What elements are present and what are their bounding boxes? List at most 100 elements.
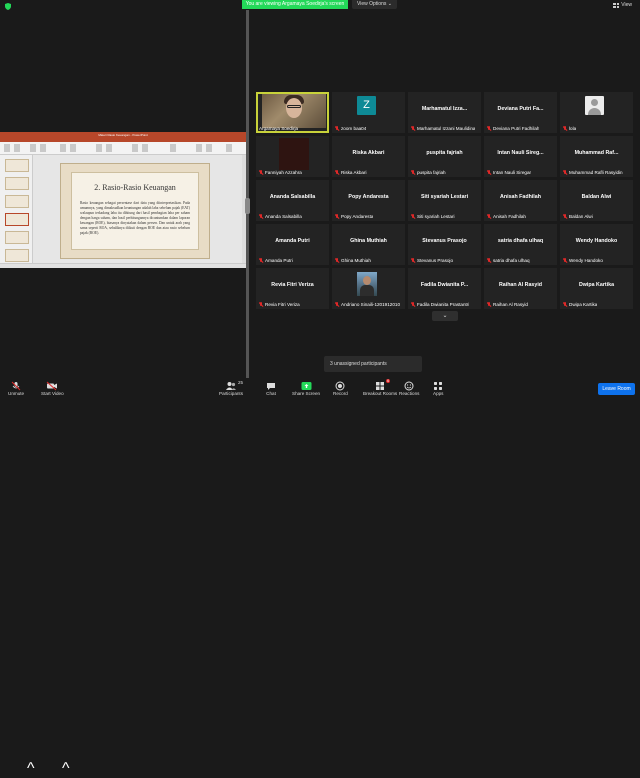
next-page-button[interactable]: ⌄ bbox=[432, 311, 458, 321]
participants-count: 25 bbox=[238, 380, 244, 385]
participant-display-name: Marhamatul Izza... bbox=[421, 106, 468, 112]
participant-name: Baldan Alwi bbox=[569, 214, 593, 219]
participant-tile[interactable]: Anisah Fadhilah Anisah Fadhilah bbox=[484, 180, 557, 221]
muted-mic-icon bbox=[11, 380, 21, 391]
top-bar: You are viewing Argamaya Soedirja's scre… bbox=[0, 0, 640, 10]
unmute-button[interactable]: Unmute bbox=[8, 380, 24, 396]
viewing-banner: You are viewing Argamaya Soedirja's scre… bbox=[242, 0, 348, 9]
audio-options-caret[interactable]: ^ bbox=[27, 760, 35, 778]
split-divider[interactable] bbox=[246, 10, 249, 378]
participant-tile[interactable]: Siti syariah Lestari Siti syariah Lestari bbox=[408, 180, 481, 221]
apps-label: Apps bbox=[433, 391, 444, 396]
participant-display-name: Wendy Handoko bbox=[575, 238, 618, 244]
participant-name-label: Revia Fitri Veriza bbox=[259, 302, 300, 307]
start-video-button[interactable]: Start Video bbox=[41, 380, 64, 396]
participant-tile[interactable]: Argamaya Soedirja bbox=[256, 92, 329, 133]
participant-display-name: Ghina Muthiah bbox=[350, 238, 387, 244]
unassigned-participants-notice[interactable]: 3 unassigned participants bbox=[324, 356, 422, 372]
video-options-caret[interactable]: ^ bbox=[62, 760, 70, 778]
muted-mic-icon bbox=[259, 258, 263, 263]
participant-name-label: zoom baa04 bbox=[335, 126, 366, 131]
participant-tile[interactable]: Muhammad Raf... Muhammad Rafli Rasyidin bbox=[560, 136, 633, 177]
participant-name: Revia Fitri Veriza bbox=[265, 302, 300, 307]
shield-icon[interactable] bbox=[5, 3, 11, 10]
record-button[interactable]: Record bbox=[333, 380, 348, 396]
breakout-rooms-icon: 6 bbox=[375, 379, 391, 391]
participant-tile[interactable]: Deviana Putri Fa... Deviana Putri Fadhila… bbox=[484, 92, 557, 133]
participant-tile[interactable]: Fadila Dwianita P... Fadila Dwianita Pras… bbox=[408, 268, 481, 309]
chat-button[interactable]: Chat bbox=[266, 380, 276, 396]
participant-tile[interactable]: Revia Fitri Veriza Revia Fitri Veriza bbox=[256, 268, 329, 309]
muted-mic-icon bbox=[487, 214, 491, 219]
slide-thumbnails bbox=[0, 155, 33, 263]
reactions-button[interactable]: Reactions bbox=[399, 380, 419, 396]
muted-mic-icon bbox=[563, 126, 567, 131]
participant-name: Marhamatul Izzani Maulidina bbox=[417, 126, 476, 131]
participant-display-name: Popy Andaresta bbox=[348, 194, 389, 200]
muted-mic-icon bbox=[411, 302, 415, 307]
participant-tile[interactable]: Ghina Muthiah Ghina Muthiah bbox=[332, 224, 405, 265]
participant-name-label: Ghina Muthiah bbox=[335, 258, 371, 263]
participant-name: Fadila Dwianita Prastantri bbox=[417, 302, 470, 307]
ppt-status-bar bbox=[0, 263, 246, 268]
participant-tile[interactable]: Raihan Al Rasyid Raihan Al Rasyid bbox=[484, 268, 557, 309]
participant-tile[interactable]: Intan Nauli Sireg... Intan Nauli Siregar bbox=[484, 136, 557, 177]
view-options-button[interactable]: View Options ⌄ bbox=[352, 0, 397, 9]
participant-name: Andriano Sinaili-1201912010 bbox=[341, 302, 400, 307]
participant-name: Anisah Fadhilah bbox=[493, 214, 526, 219]
participant-tile[interactable]: Amanda Putri Amanda Putri bbox=[256, 224, 329, 265]
participant-name: Siti syariah Lestari bbox=[417, 214, 455, 219]
current-slide: 2. Rasio-Rasio Keuangan Rasio keuangan s… bbox=[60, 163, 210, 259]
participant-tile[interactable]: Stevanus Prasojo Stevanus Prasojo bbox=[408, 224, 481, 265]
participant-display-name: Intan Nauli Sireg... bbox=[497, 150, 544, 156]
muted-mic-icon bbox=[411, 126, 415, 131]
muted-mic-icon bbox=[487, 302, 491, 307]
breakout-rooms-label: Breakout Rooms bbox=[363, 391, 398, 396]
muted-mic-icon bbox=[259, 214, 263, 219]
breakout-rooms-button[interactable]: 6 Breakout Rooms bbox=[363, 379, 398, 396]
slide-thumbnail bbox=[5, 249, 29, 262]
participant-name-label: puspita fajriah bbox=[411, 170, 446, 175]
default-avatar-icon bbox=[585, 96, 604, 115]
apps-icon bbox=[433, 380, 443, 391]
view-button[interactable]: View bbox=[613, 2, 632, 8]
participant-tile[interactable]: puspita fajriah puspita fajriah bbox=[408, 136, 481, 177]
breakout-badge: 6 bbox=[386, 379, 391, 383]
participant-name: Ghina Muthiah bbox=[341, 258, 371, 263]
participant-tile[interactable]: Baldan Alwi Baldan Alwi bbox=[560, 180, 633, 221]
unmute-label: Unmute bbox=[8, 391, 25, 396]
share-screen-button[interactable]: Share Screen bbox=[292, 380, 320, 396]
participant-name-label: Argamaya Soedirja bbox=[259, 126, 298, 131]
participant-display-name: Revia Fitri Veriza bbox=[271, 282, 314, 288]
muted-mic-icon bbox=[563, 302, 567, 307]
participant-display-name: Fadila Dwianita P... bbox=[420, 282, 469, 288]
participant-tile[interactable]: Ananda Salsabilla Ananda Salsabilla bbox=[256, 180, 329, 221]
muted-mic-icon bbox=[335, 302, 339, 307]
participant-display-name: Raihan Al Rasyid bbox=[498, 282, 543, 288]
muted-mic-icon bbox=[259, 170, 263, 175]
participant-gallery: Argamaya Soedirja Zzoom baa04 Marhamatul I… bbox=[256, 92, 636, 312]
participant-tile[interactable]: Riska Akbari Riska Akbari bbox=[332, 136, 405, 177]
muted-mic-icon bbox=[335, 214, 339, 219]
participant-tile[interactable]: satria dhafa ulhaq satria dhafa ulhaq bbox=[484, 224, 557, 265]
reactions-label: Reactions bbox=[399, 391, 420, 396]
record-icon bbox=[335, 380, 345, 391]
participant-tile[interactable]: Marhamatul Izza... Marhamatul Izzani Maul… bbox=[408, 92, 481, 133]
participant-tile[interactable]: Dwipa Kartika Dwipa Kartika bbox=[560, 268, 633, 309]
apps-button[interactable]: Apps bbox=[433, 380, 443, 396]
leave-room-button[interactable]: Leave Room bbox=[598, 383, 635, 395]
muted-mic-icon bbox=[487, 170, 491, 175]
participants-label: Participants bbox=[219, 391, 244, 396]
split-divider-handle[interactable] bbox=[245, 198, 250, 214]
participant-tile[interactable]: Fanniyah Azzahra bbox=[256, 136, 329, 177]
muted-mic-icon bbox=[335, 126, 339, 131]
participant-name-label: Fadila Dwianita Prastantri bbox=[411, 302, 469, 307]
participant-display-name: satria dhafa ulhaq bbox=[497, 238, 544, 244]
participant-tile[interactable]: Popy Andaresta Popy Andaresta bbox=[332, 180, 405, 221]
participant-name-label: Popy Andaresta bbox=[335, 214, 373, 219]
participant-tile[interactable]: lola bbox=[560, 92, 633, 133]
participant-tile[interactable]: Andriano Sinaili-1201912010 bbox=[332, 268, 405, 309]
participant-display-name: puspita fajriah bbox=[426, 150, 463, 156]
participant-tile[interactable]: Zzoom baa04 bbox=[332, 92, 405, 133]
participant-tile[interactable]: Wendy Handoko Wendy Handoko bbox=[560, 224, 633, 265]
